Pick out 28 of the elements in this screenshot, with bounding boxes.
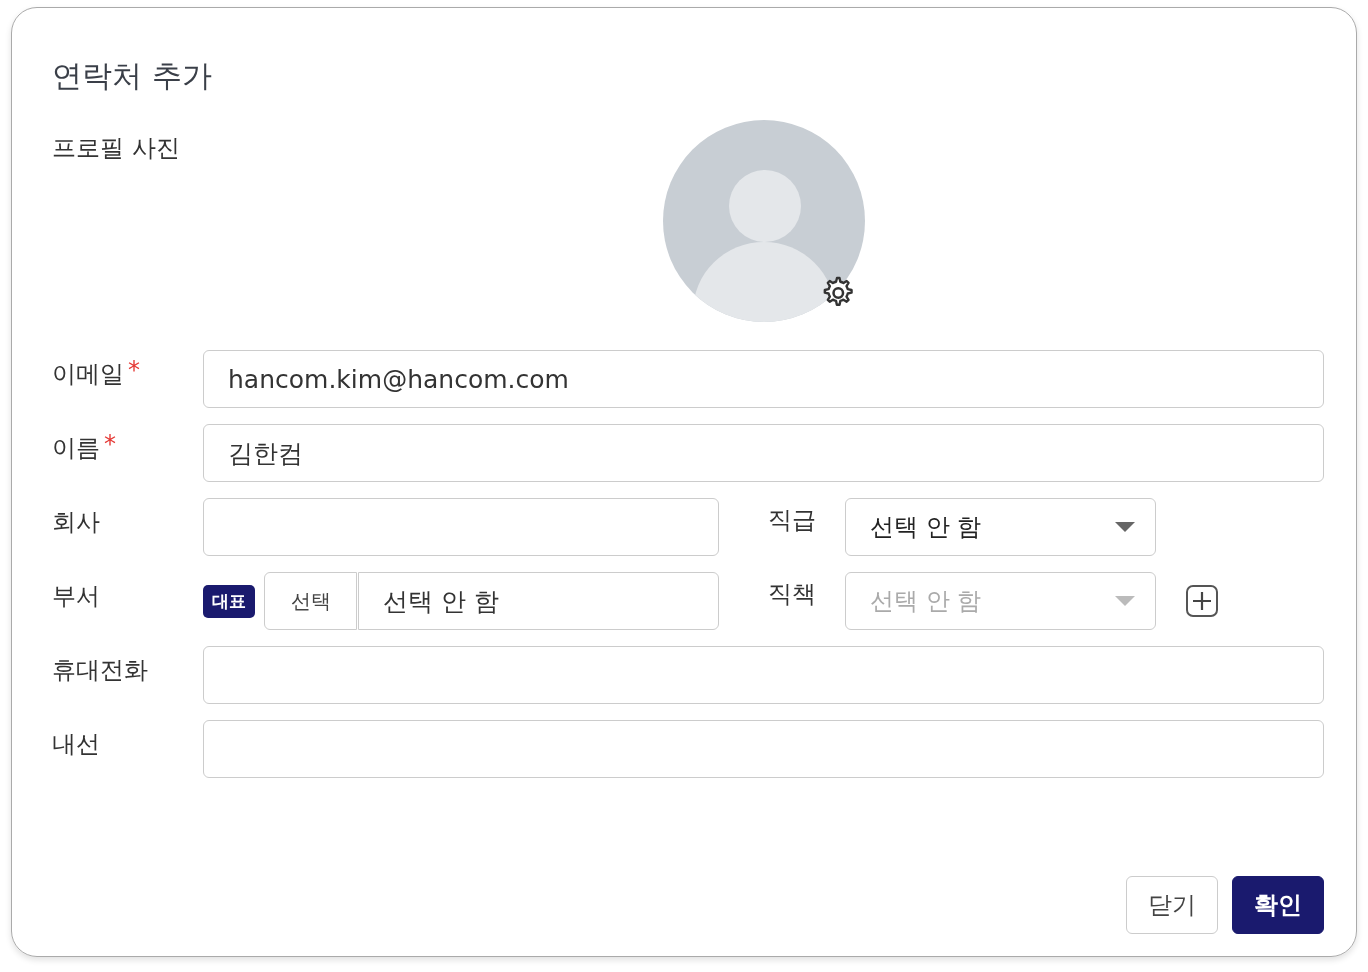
dialog-title: 연락처 추가: [52, 57, 213, 95]
field-label: 직급: [768, 505, 817, 536]
select-button[interactable]: 선택: [264, 572, 357, 630]
dropdown[interactable]: 선택 안 함: [845, 498, 1156, 556]
caret-icon: [1115, 522, 1135, 532]
field-label: 이름: [52, 433, 100, 464]
field-label: 부서: [52, 581, 100, 612]
primary-badge: 대표: [203, 584, 255, 618]
field-label: 프로필 사진: [52, 133, 181, 164]
required-mark: *: [128, 358, 140, 386]
input-field[interactable]: hancom.kim@hancom.com: [203, 350, 1324, 408]
input-field[interactable]: 선택 안 함: [358, 572, 719, 630]
close-button[interactable]: 닫기: [1126, 876, 1218, 934]
field-label: 내선: [52, 729, 100, 760]
field-value: hancom.kim@hancom.com: [228, 364, 569, 394]
field-label: 이메일: [52, 359, 124, 390]
field-label: 회사: [52, 507, 100, 538]
caret-icon: [1115, 596, 1135, 606]
input-field[interactable]: [203, 646, 1324, 704]
confirm-button[interactable]: 확인: [1232, 876, 1324, 934]
input-field[interactable]: [203, 720, 1324, 778]
field-value: 김한컴: [228, 437, 303, 470]
input-field[interactable]: [203, 498, 719, 556]
input-field[interactable]: 김한컴: [203, 424, 1324, 482]
required-mark: *: [104, 432, 116, 460]
field-value: 선택 안 함: [383, 585, 499, 618]
field-label: 직책: [768, 579, 817, 610]
field-label: 휴대전화: [52, 655, 148, 686]
